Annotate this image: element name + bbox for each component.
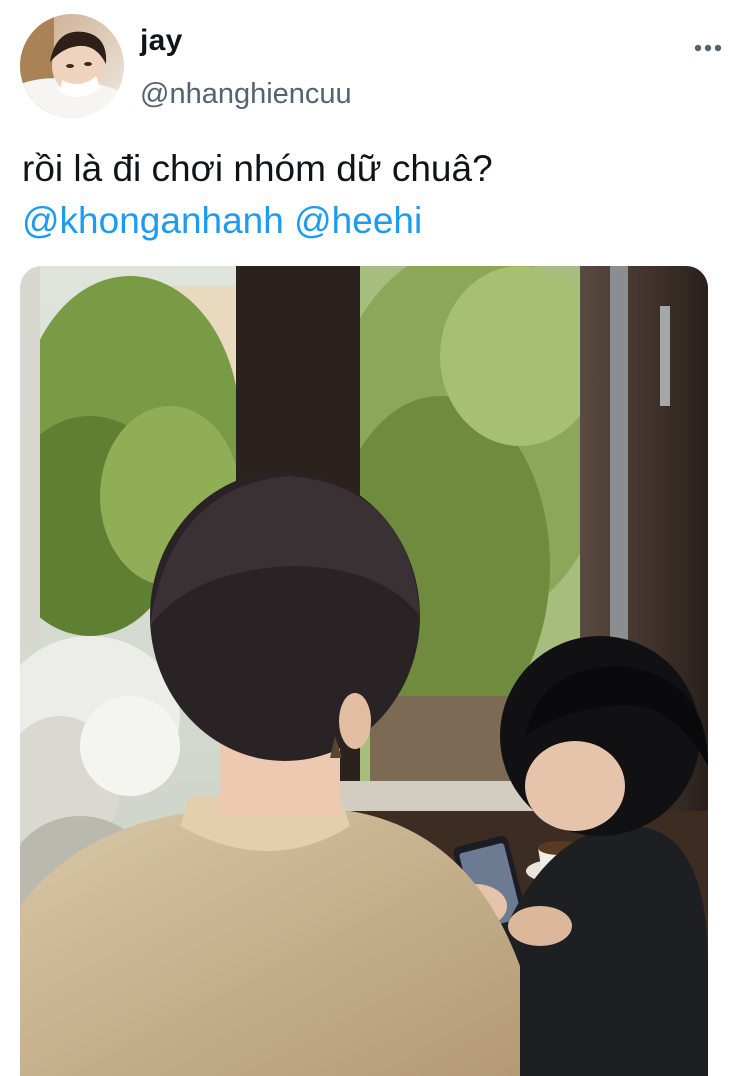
avatar[interactable] [20,14,124,118]
tweet-text: rồi là đi chơi nhóm dữ chuâ? @khonganhan… [22,143,722,247]
display-name[interactable]: jay [140,24,183,58]
tweet-text-line: rồi là đi chơi nhóm dữ chuâ? [22,148,493,189]
more-horizontal-icon [694,44,722,52]
tweet-mentions: @khonganhanh @heehi [22,195,722,247]
more-options-button[interactable] [688,36,728,60]
photo-content [20,266,708,1076]
mention-link[interactable]: @khonganhanh [22,200,284,241]
tweet: jay @nhanghiencuu rồi là đi chơi nhóm dữ… [0,0,750,1076]
user-handle[interactable]: @nhanghiencuu [140,78,352,111]
avatar-photo [20,14,124,118]
mention-link[interactable]: @heehi [294,200,422,241]
tweet-photo[interactable] [20,266,708,1076]
